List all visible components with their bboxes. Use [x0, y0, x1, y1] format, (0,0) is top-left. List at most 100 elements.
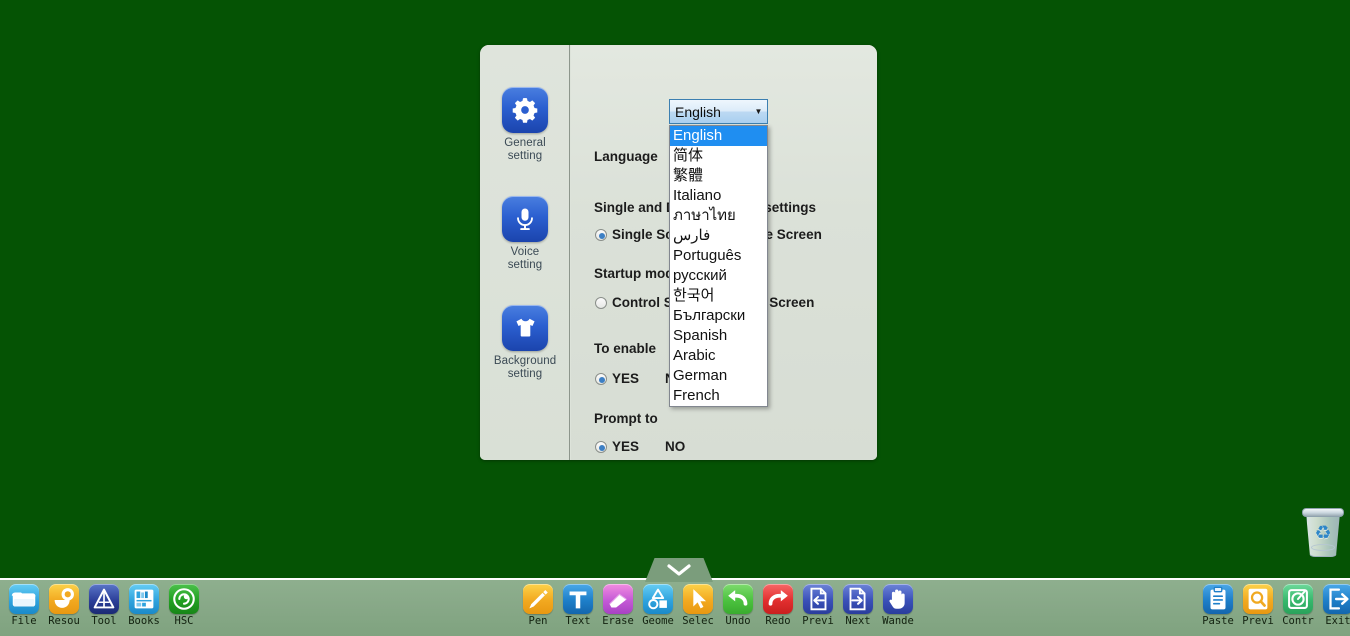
tshirt-icon: [502, 305, 548, 351]
language-option[interactable]: English: [670, 126, 767, 146]
preview-magnifier-icon: [1243, 584, 1273, 614]
radio-to-enable-yes-label: YES: [612, 371, 640, 386]
prompt-to-radio-group: YES NO: [595, 439, 711, 454]
desktop-background: ♻ General setting Voice setting Backgrou…: [0, 0, 1350, 636]
taskbar-item-label: Exit: [1325, 615, 1350, 627]
language-option[interactable]: French: [670, 386, 767, 406]
sidebar-label-line2: setting: [507, 150, 543, 162]
language-select[interactable]: English ▼: [669, 99, 768, 124]
taskbar-item-wande[interactable]: Wande: [878, 580, 918, 627]
taskbar-item-label: Next: [845, 615, 871, 627]
taskbar-item-label: Redo: [765, 615, 791, 627]
geometry-icon: [643, 584, 673, 614]
pen-icon: [523, 584, 553, 614]
radio-dot-icon: [595, 372, 607, 385]
taskbar-item-geome[interactable]: Geome: [638, 580, 678, 627]
taskbar-item-tool[interactable]: Tool: [84, 580, 124, 627]
taskbar-item-text[interactable]: Text: [558, 580, 598, 627]
taskbar-item-erase[interactable]: Erase: [598, 580, 638, 627]
language-option[interactable]: فارس: [670, 226, 767, 246]
undo-arrow-icon: [723, 584, 753, 614]
bookshelf-icon: [129, 584, 159, 614]
taskbar-item-paste[interactable]: Paste: [1198, 580, 1238, 627]
radio-prompt-to-no[interactable]: NO: [665, 439, 685, 454]
taskbar-item-label: File: [11, 615, 37, 627]
radio-prompt-to-yes-label: YES: [612, 439, 640, 454]
select-cursor-icon: [683, 584, 713, 614]
taskbar-item-resou[interactable]: Resou: [44, 580, 84, 627]
next-page-icon: [843, 584, 873, 614]
recycle-symbol-icon: ♻: [1314, 523, 1332, 544]
taskbar-item-label: Previ: [1242, 615, 1274, 627]
language-option[interactable]: ภาษาไทย: [670, 206, 767, 226]
taskbar-item-contr[interactable]: Contr: [1278, 580, 1318, 627]
gear-icon: [502, 87, 548, 133]
resources-icon: [49, 584, 79, 614]
taskbar-item-next[interactable]: Next: [838, 580, 878, 627]
language-option[interactable]: 简体: [670, 146, 767, 166]
language-option[interactable]: Български: [670, 306, 767, 326]
taskbar-item-exit[interactable]: Exit: [1318, 580, 1350, 627]
taskbar-item-previ[interactable]: Previ: [798, 580, 838, 627]
taskbar-item-label: Pen: [528, 615, 548, 627]
taskbar-item-pen[interactable]: Pen: [518, 580, 558, 627]
dialog-sidebar: General setting Voice setting Background…: [480, 45, 570, 460]
taskbar-left-group: File Resou Tool Books HSC: [4, 580, 204, 627]
sidebar-item-background-setting[interactable]: Background setting: [480, 305, 570, 381]
taskbar-item-label: Text: [565, 615, 591, 627]
sidebar-label-line1: General: [504, 137, 546, 149]
taskbar: File Resou Tool Books HSC Pen Text Erase Geome S…: [0, 558, 1350, 636]
language-option[interactable]: Português: [670, 246, 767, 266]
taskbar-item-books[interactable]: Books: [124, 580, 164, 627]
taskbar-item-label: HSC: [174, 615, 194, 627]
control-icon: [1283, 584, 1313, 614]
recycle-bin-icon[interactable]: ♻: [1298, 504, 1348, 566]
language-dropdown-list[interactable]: English 简体 繁體 Italiano ภาษาไทย فارس Português р…: [669, 125, 768, 407]
sidebar-item-general-setting[interactable]: General setting: [480, 87, 570, 163]
taskbar-item-hsc[interactable]: HSC: [164, 580, 204, 627]
language-option[interactable]: 한국어: [670, 286, 767, 306]
taskbar-item-label: Erase: [602, 615, 634, 627]
recycle-bin-lid: [1302, 508, 1344, 517]
taskbar-item-label: Resou: [48, 615, 80, 627]
folder-icon: [9, 584, 39, 614]
taskbar-item-file[interactable]: File: [4, 580, 44, 627]
tool-icon: [89, 584, 119, 614]
chevron-down-icon: ▼: [754, 106, 763, 116]
radio-to-enable-yes[interactable]: YES: [595, 371, 639, 386]
taskbar-item-label: Wande: [882, 615, 914, 627]
taskbar-item-undo[interactable]: Undo: [718, 580, 758, 627]
taskbar-collapse-button[interactable]: [645, 558, 713, 582]
taskbar-item-selec[interactable]: Selec: [678, 580, 718, 627]
taskbar-item-label: Geome: [642, 615, 674, 627]
sidebar-label-line2: setting: [507, 259, 543, 271]
taskbar-item-label: Books: [128, 615, 160, 627]
hsc-icon: [169, 584, 199, 614]
language-option[interactable]: 繁體: [670, 166, 767, 186]
redo-arrow-icon: [763, 584, 793, 614]
taskbar-item-label: Undo: [725, 615, 751, 627]
language-field-label: Language: [594, 149, 658, 164]
microphone-icon: [502, 196, 548, 242]
radio-prompt-to-no-label: NO: [665, 439, 686, 454]
language-option[interactable]: German: [670, 366, 767, 386]
language-option[interactable]: русский: [670, 266, 767, 286]
language-select-value: English: [675, 103, 721, 120]
taskbar-right-group: Paste Previ Contr Exit: [1198, 580, 1350, 627]
taskbar-item-label: Previ: [802, 615, 834, 627]
radio-dot-icon: [595, 296, 607, 309]
radio-dot-icon: [595, 228, 607, 241]
language-option[interactable]: Spanish: [670, 326, 767, 346]
taskbar-item-previ[interactable]: Previ: [1238, 580, 1278, 627]
taskbar-item-redo[interactable]: Redo: [758, 580, 798, 627]
language-option[interactable]: Italiano: [670, 186, 767, 206]
language-option[interactable]: Arabic: [670, 346, 767, 366]
radio-prompt-to-yes[interactable]: YES: [595, 439, 639, 454]
recycle-bin-base: [1311, 544, 1335, 551]
previous-page-icon: [803, 584, 833, 614]
sidebar-item-voice-setting[interactable]: Voice setting: [480, 196, 570, 272]
taskbar-center-group: Pen Text Erase Geome Selec Undo Redo Previ Next W…: [518, 580, 918, 627]
taskbar-item-label: Paste: [1202, 615, 1234, 627]
prompt-to-heading: Prompt to: [594, 411, 658, 426]
to-enable-heading: To enable: [594, 341, 657, 356]
